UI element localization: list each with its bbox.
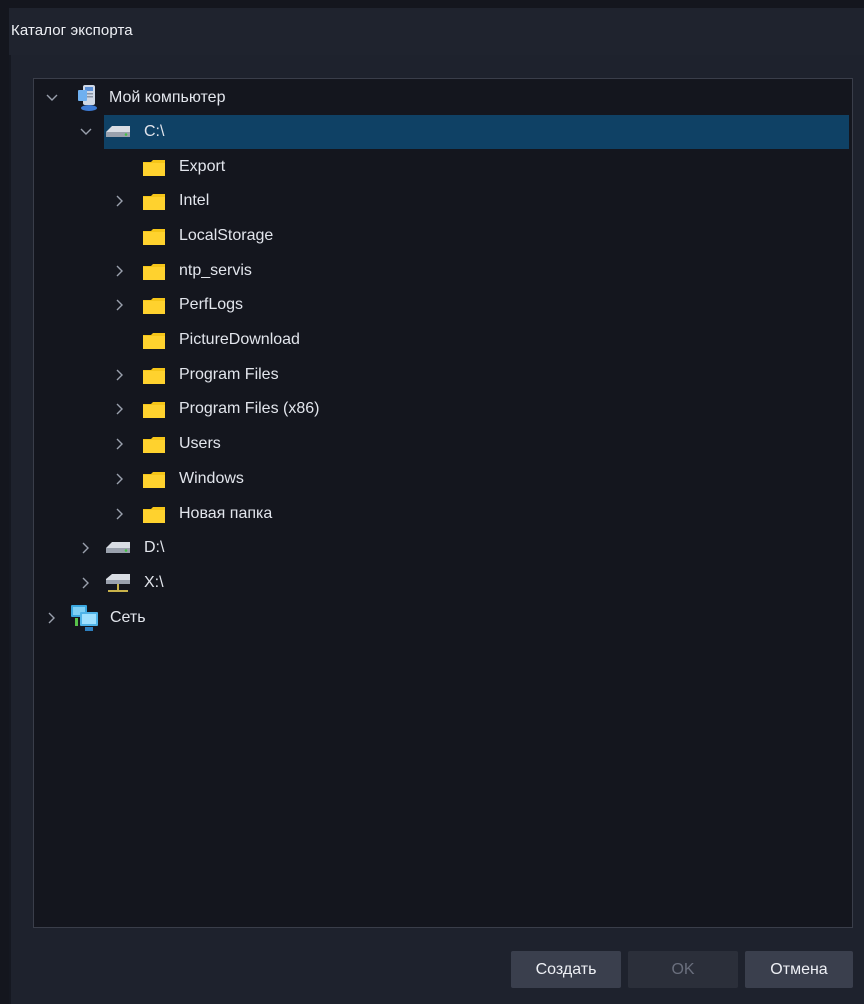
folder-icon <box>143 402 165 418</box>
tree-item-folder[interactable]: PerfLogs <box>34 288 852 322</box>
network-drive-icon <box>104 569 132 597</box>
folder-icon <box>143 264 165 280</box>
folder-icon <box>143 229 165 245</box>
tree-item-folder[interactable]: PictureDownload <box>34 323 852 357</box>
tree-item-label: Program Files <box>179 366 279 383</box>
folder-icon <box>143 368 165 384</box>
folder-tree[interactable]: Мой компьютер C:\ Export Intel LocalStor… <box>33 78 853 928</box>
tree-item-label: PictureDownload <box>179 331 300 348</box>
chevron-right-icon[interactable] <box>78 540 94 556</box>
tree-item-folder[interactable]: Program Files <box>34 358 852 392</box>
create-button[interactable]: Создать <box>511 951 621 988</box>
tree-item-label: LocalStorage <box>179 227 274 244</box>
chevron-right-icon[interactable] <box>44 610 60 626</box>
tree-item-folder[interactable]: Export <box>34 150 852 184</box>
tree-item-label: ntp_servis <box>179 262 252 279</box>
dialog-titlebar[interactable]: Каталог экспорта <box>9 8 864 55</box>
dialog-edge <box>9 55 11 1004</box>
network-icon <box>70 603 102 635</box>
chevron-down-icon[interactable] <box>78 124 94 140</box>
chevron-right-icon[interactable] <box>112 401 128 417</box>
tree-item-folder[interactable]: ntp_servis <box>34 254 852 288</box>
tree-item-label: Новая папка <box>179 505 273 522</box>
tree-item-folder[interactable]: Program Files (x86) <box>34 392 852 426</box>
chevron-down-icon[interactable] <box>44 90 60 106</box>
export-folder-dialog: Каталог экспорта Мой компьютер C:\ Expor… <box>9 8 864 1004</box>
tree-item-label: Intel <box>179 192 210 209</box>
tree-item-folder[interactable]: LocalStorage <box>34 219 852 253</box>
tree-item-network[interactable]: Сеть <box>34 601 852 635</box>
tree-item-label: Program Files (x86) <box>179 400 320 417</box>
computer-icon <box>74 84 102 112</box>
tree-item-label: X:\ <box>144 574 164 591</box>
folder-icon <box>143 333 165 349</box>
dialog-title: Каталог экспорта <box>11 22 133 39</box>
tree-item-label: C:\ <box>144 123 165 140</box>
selection-highlight <box>104 115 849 149</box>
ok-button[interactable]: OK <box>628 951 738 988</box>
folder-icon <box>143 472 165 488</box>
tree-item-drive-x[interactable]: X:\ <box>34 566 852 600</box>
cancel-button[interactable]: Отмена <box>745 951 853 988</box>
drive-icon <box>104 534 132 562</box>
folder-icon <box>143 507 165 523</box>
tree-item-drive-c[interactable]: C:\ <box>34 115 852 149</box>
tree-item-label: D:\ <box>144 539 165 556</box>
folder-icon <box>143 160 165 176</box>
tree-item-label: Users <box>179 435 221 452</box>
chevron-right-icon[interactable] <box>112 471 128 487</box>
tree-item-folder[interactable]: Intel <box>34 184 852 218</box>
chevron-right-icon[interactable] <box>112 506 128 522</box>
tree-item-folder[interactable]: Users <box>34 427 852 461</box>
tree-item-label: PerfLogs <box>179 296 244 313</box>
drive-icon <box>104 118 132 146</box>
tree-item-drive-d[interactable]: D:\ <box>34 531 852 565</box>
tree-item-folder[interactable]: Новая папка <box>34 497 852 531</box>
chevron-right-icon[interactable] <box>112 297 128 313</box>
chevron-right-icon[interactable] <box>112 367 128 383</box>
chevron-right-icon[interactable] <box>112 193 128 209</box>
chevron-right-icon[interactable] <box>112 436 128 452</box>
tree-item-label: Export <box>179 158 226 175</box>
folder-icon <box>143 298 165 314</box>
tree-item-label: Сеть <box>110 609 146 626</box>
tree-item-folder[interactable]: Windows <box>34 462 852 496</box>
folder-icon <box>143 194 165 210</box>
tree-item-label: Мой компьютер <box>109 89 226 106</box>
chevron-right-icon[interactable] <box>78 575 94 591</box>
chevron-right-icon[interactable] <box>112 263 128 279</box>
tree-item-my-computer[interactable]: Мой компьютер <box>34 81 852 115</box>
folder-icon <box>143 437 165 453</box>
tree-item-label: Windows <box>179 470 244 487</box>
